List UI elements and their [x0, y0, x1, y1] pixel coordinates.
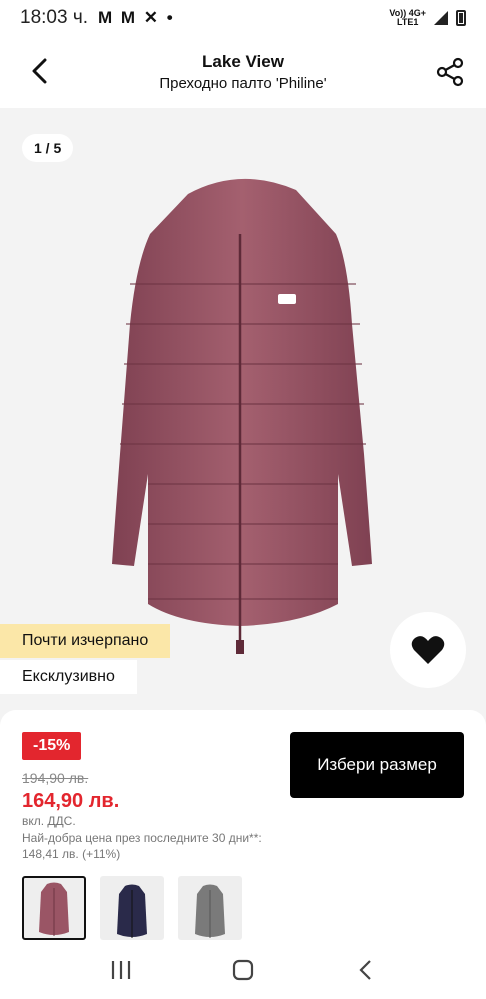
chevron-left-icon — [32, 58, 47, 84]
brand-name: Lake View — [202, 52, 284, 71]
heart-icon — [411, 636, 445, 664]
back-arrow-icon — [359, 959, 371, 980]
status-bar: 18:03 ч. M M ✕ • Vo)) 4G+ LTE1 — [0, 0, 486, 36]
system-back-button[interactable] — [345, 950, 385, 990]
color-variant-mauve[interactable] — [22, 876, 86, 940]
share-icon — [436, 57, 464, 87]
coat-thumbnail — [117, 884, 147, 938]
coat-thumbnail — [39, 882, 69, 936]
wishlist-button[interactable] — [390, 612, 466, 688]
battery-icon — [456, 10, 466, 26]
image-counter: 1 / 5 — [22, 134, 74, 162]
color-variant-grey[interactable] — [178, 876, 242, 940]
vat-note: вкл. ДДС. — [22, 814, 76, 828]
low-stock-badge: Почти изчерпано — [0, 624, 171, 658]
old-price: 194,90 лв. — [22, 770, 89, 786]
color-variants — [22, 876, 242, 940]
system-nav-bar — [0, 940, 486, 999]
header-titles: Lake View Преходно палто 'Philine' — [159, 52, 326, 92]
discount-badge: -15% — [22, 732, 82, 760]
share-button[interactable] — [434, 56, 466, 88]
network-indicator: Vo)) 4G+ LTE1 — [389, 9, 426, 27]
network-bottom: LTE1 — [397, 17, 419, 27]
home-button[interactable] — [223, 950, 263, 990]
product-gallery[interactable]: 1 / 5 Почти изчерпано Ексклузивно — [0, 108, 486, 708]
back-button[interactable] — [24, 56, 54, 86]
recent-apps-button[interactable] — [101, 950, 141, 990]
product-image — [112, 178, 372, 654]
coat-thumbnail — [195, 884, 225, 938]
product-name: Преходно палто 'Philine' — [159, 75, 327, 92]
exclusive-badge: Ексклузивно — [0, 660, 137, 694]
best-price-note: Най-добра цена през последните 30 дни**:… — [22, 831, 262, 861]
status-time: 18:03 ч. — [20, 7, 89, 28]
app-header: Lake View Преходно палто 'Philine' — [0, 36, 486, 108]
select-size-button[interactable]: Избери размер — [290, 732, 464, 798]
purchase-panel: -15% 194,90 лв. 164,90 лв. вкл. ДДС. Най… — [0, 710, 486, 940]
notification-icons: M M ✕ • — [98, 8, 175, 27]
home-icon — [232, 959, 254, 980]
recent-apps-icon — [111, 960, 131, 979]
status-indicators: Vo)) 4G+ LTE1 — [389, 9, 466, 27]
current-price: 164,90 лв. — [22, 790, 120, 812]
signal-icon — [434, 11, 448, 25]
color-variant-navy[interactable] — [100, 876, 164, 940]
